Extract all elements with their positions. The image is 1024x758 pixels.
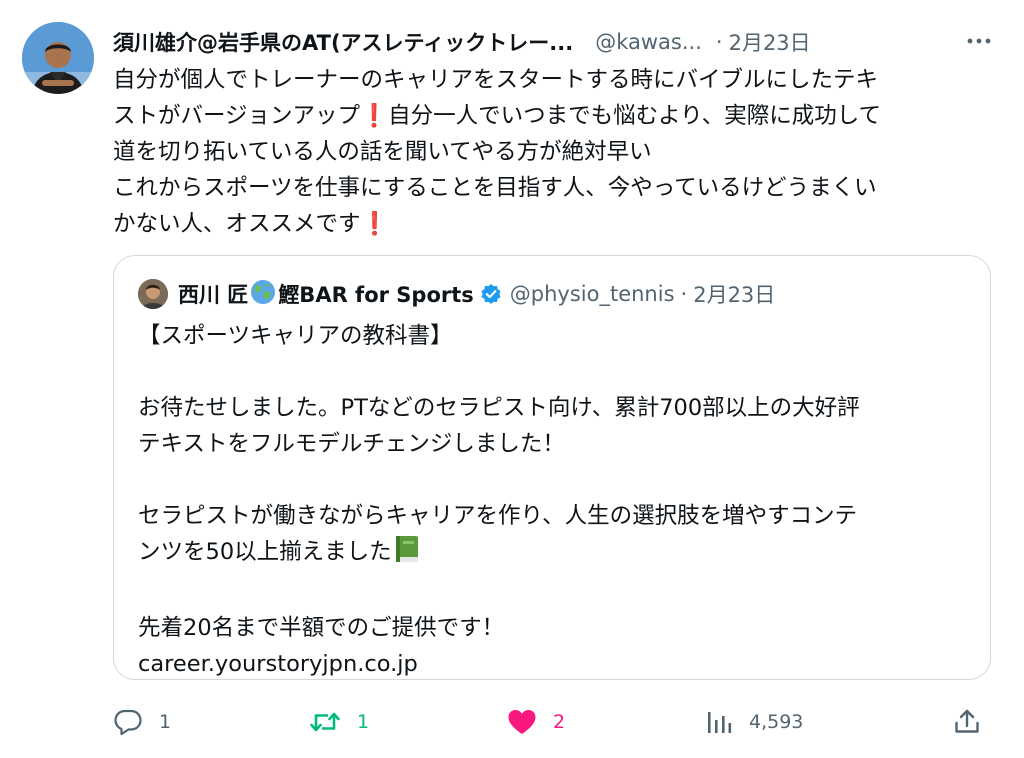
tweet-line: ストがバージョンアップ❗自分一人でいつまでも悩むより、実際に成功して (113, 98, 998, 134)
tweet[interactable]: 須川雄介@岩手県のAT(アスレティックトレー... @kawas... · 2月… (0, 0, 1024, 758)
quoted-line-part: ンツを50以上揃えました (138, 539, 392, 565)
quoted-line: ンツを50以上揃えました (138, 534, 978, 574)
tweet-line: 道を切り拓いている人の話を聞いてやる方が絶対早い (113, 139, 652, 165)
reply-button[interactable]: 1 (113, 700, 171, 744)
quoted-tweet-header: 西川 匠 鰹BAR for Sports @physio_tennis · 2月… (138, 276, 970, 312)
quoted-line: 【スポーツキャリアの教科書】 (138, 323, 453, 349)
quoted-line: 先着20名まで半額でのご提供です！ (138, 615, 505, 641)
like-count: 2 (553, 711, 566, 733)
avatar[interactable] (22, 22, 94, 94)
separator-dot: · (715, 30, 723, 54)
quoted-tweet-text: 【スポーツキャリアの教科書】 お待たせしました。PTなどのセラピスト向け、累計7… (138, 318, 978, 682)
author-name[interactable]: 須川雄介@岩手県のAT(アスレティックトレー... (113, 27, 573, 57)
tweet-line-part: 自分一人でいつまでも悩むより、実際に成功して (388, 103, 882, 129)
quoted-avatar[interactable] (138, 279, 168, 309)
tweet-line: かない人、オススメです❗ (113, 206, 998, 242)
more-icon (967, 38, 991, 44)
retweet-button[interactable]: 1 (309, 700, 369, 744)
tweet-line: これからスポーツを仕事にすることを目指す人、今やっているけどうまくい (113, 175, 877, 201)
quoted-tweet-date[interactable]: 2月23日 (693, 279, 775, 309)
like-button[interactable]: 2 (507, 700, 565, 744)
tweet-line: 自分が個人でトレーナーのキャリアをスタートする時にバイブルにしたテキ (113, 67, 879, 93)
tweet-line-part: ストがバージョンアップ (113, 103, 361, 129)
quoted-name-part: 西川 匠 (178, 283, 249, 307)
tweet-header: 須川雄介@岩手県のAT(アスレティックトレー... @kawas... · 2月… (113, 24, 994, 60)
quoted-line: テキストをフルモデルチェンジしました！ (138, 431, 565, 457)
share-icon (955, 709, 979, 733)
share-button[interactable] (953, 700, 981, 744)
quoted-line: お待たせしました。PTなどのセラピスト向け、累計700部以上の大好評 (138, 395, 860, 421)
more-button[interactable] (964, 28, 994, 54)
views-count: 4,593 (749, 711, 804, 733)
exclamation-emoji: ❗ (360, 211, 389, 237)
views-button[interactable]: 4,593 (705, 700, 803, 744)
quoted-link[interactable]: career.yourstoryjpn.co.jp (138, 646, 978, 682)
verified-icon (480, 283, 502, 305)
tweet-text: 自分が個人でトレーナーのキャリアをスタートする時にバイブルにしたテキ ストがバー… (113, 62, 998, 242)
quoted-line: セラピストが働きながらキャリアを作り、人生の選択肢を増やすコンテ (138, 503, 858, 529)
quoted-name-part: 鰹BAR for Sports (278, 283, 474, 307)
retweet-icon (310, 712, 340, 732)
quoted-author-handle[interactable]: @physio_tennis (510, 282, 675, 306)
quoted-author-name[interactable]: 西川 匠 鰹BAR for Sports (178, 279, 502, 310)
views-icon (708, 712, 732, 733)
separator-dot: · (680, 282, 688, 306)
tweet-line-part: かない人、オススメです (113, 211, 361, 237)
reply-icon (114, 709, 142, 736)
action-bar: 1 1 2 4,593 (113, 700, 993, 744)
book-icon (394, 535, 420, 574)
like-icon (508, 710, 536, 734)
quoted-tweet[interactable]: 西川 匠 鰹BAR for Sports @physio_tennis · 2月… (113, 255, 991, 680)
exclamation-emoji: ❗ (360, 103, 389, 129)
retweet-count: 1 (357, 711, 370, 733)
globe-icon (250, 279, 276, 310)
author-handle[interactable]: @kawas... (595, 30, 702, 54)
reply-count: 1 (159, 711, 172, 733)
tweet-date[interactable]: 2月23日 (729, 27, 811, 57)
